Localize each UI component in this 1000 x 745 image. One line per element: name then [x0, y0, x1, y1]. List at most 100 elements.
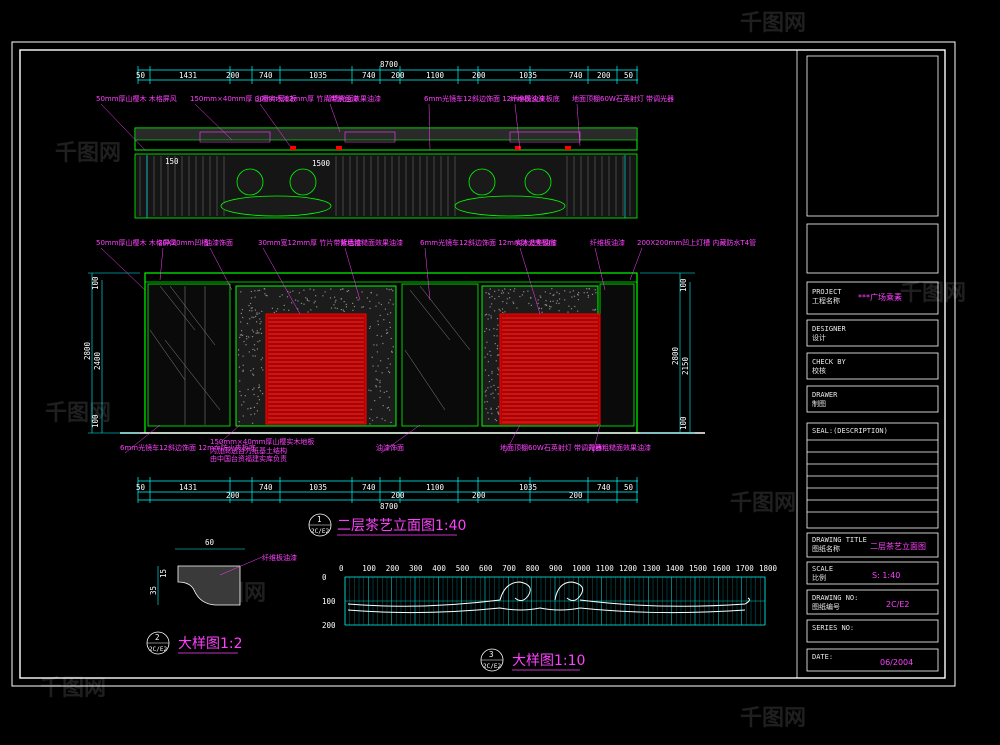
right-vertical-dim: 2150: [681, 356, 690, 375]
texture-dot: [347, 290, 350, 292]
texture-dot: [262, 369, 264, 371]
texture-dot: [549, 305, 551, 307]
texture-dot: [488, 329, 491, 331]
texture-dot: [528, 302, 530, 305]
texture-dot: [247, 408, 249, 410]
texture-dot: [289, 291, 291, 293]
texture-dot: [252, 373, 254, 375]
texture-dot: [488, 374, 490, 377]
texture-dot: [387, 406, 390, 409]
top-dim-label: 200: [597, 71, 611, 80]
texture-dot: [496, 328, 498, 330]
top-dim-label: 1035: [519, 71, 537, 80]
texture-dot: [241, 404, 243, 406]
texture-dot: [392, 303, 394, 305]
texture-dot: [540, 307, 543, 310]
texture-dot: [493, 384, 495, 387]
texture-dot: [491, 378, 493, 381]
texture-dot: [489, 288, 491, 290]
texture-dot: [392, 346, 394, 348]
texture-dot: [380, 303, 382, 306]
texture-dot: [569, 291, 571, 293]
bottom-dim-label: 200: [472, 491, 486, 500]
drawing-no-label-cn: 图纸编号: [812, 602, 840, 611]
bottom-dim-label: 200: [569, 491, 583, 500]
texture-dot: [389, 321, 391, 324]
texture-dot: [484, 391, 486, 393]
drawing-title-label: DRAWING TITLE: [812, 536, 867, 544]
texture-dot: [390, 288, 392, 290]
bottom-dim-label: 1035: [519, 483, 537, 492]
texture-dot: [256, 312, 258, 314]
texture-dot: [484, 314, 486, 316]
texture-dot: [310, 309, 312, 311]
texture-dot: [497, 324, 499, 326]
texture-dot: [242, 355, 244, 357]
texture-dot: [485, 292, 487, 294]
texture-dot: [375, 370, 377, 372]
texture-dot: [356, 297, 358, 299]
texture-dot: [487, 361, 489, 363]
texture-dot: [333, 304, 335, 306]
texture-dot: [303, 303, 305, 305]
texture-dot: [253, 344, 256, 346]
texture-dot: [490, 393, 492, 395]
texture-dot: [305, 297, 307, 299]
texture-dot: [493, 328, 495, 330]
annotation-note: 50mm厚山樱木 木格屏风: [96, 94, 177, 103]
texture-dot: [594, 309, 596, 311]
watermark-text: 千图网: [730, 491, 796, 516]
texture-dot: [498, 369, 500, 371]
texture-dot: [340, 309, 342, 311]
check-box: [806, 352, 939, 380]
texture-dot: [238, 366, 240, 368]
grid-x-label: 600: [479, 564, 493, 573]
texture-dot: [573, 295, 576, 297]
texture-dot: [490, 386, 492, 388]
texture-dot: [586, 288, 588, 290]
texture-dot: [243, 401, 245, 403]
title-block-text: PROJECT 工程名称 ***广场乘素 DESIGNER 设计 CHECK B…: [812, 288, 926, 667]
texture-dot: [383, 319, 385, 321]
texture-dot: [487, 353, 489, 355]
texture-dot: [502, 311, 504, 314]
texture-dot: [564, 290, 566, 292]
main-ref-top: 1: [317, 515, 322, 524]
drawing-title-value: 二层茶艺立面图: [870, 541, 926, 551]
texture-dot: [485, 395, 487, 397]
texture-dot: [256, 348, 258, 350]
top-dim-label: 200: [226, 71, 240, 80]
bottom-dim-label: 1431: [179, 483, 197, 492]
annotation-note: 200X200mm凹上灯槽 内藏防水T4管: [637, 238, 756, 247]
texture-dot: [558, 302, 560, 304]
texture-dot: [259, 323, 261, 325]
texture-dot: [384, 308, 386, 310]
texture-dot: [255, 332, 257, 334]
texture-dot: [485, 408, 487, 410]
texture-dot: [330, 288, 332, 290]
texture-dot: [256, 402, 258, 405]
texture-dot: [489, 350, 491, 352]
texture-dot: [390, 421, 392, 423]
right-vertical-dim: 100: [679, 278, 688, 292]
texture-dot: [343, 310, 345, 313]
texture-dot: [239, 336, 241, 339]
texture-dot: [386, 329, 388, 331]
texture-dot: [375, 305, 377, 307]
texture-dot: [277, 308, 279, 310]
texture-dot: [491, 295, 493, 298]
texture-dot: [559, 298, 561, 300]
texture-dot: [246, 338, 248, 340]
detail1-ref-bottom: 2C/E2: [149, 646, 167, 653]
texture-dot: [257, 332, 259, 334]
texture-dot: [249, 318, 251, 320]
texture-dot: [497, 386, 499, 388]
texture-dot: [286, 296, 289, 298]
watermark-text: 千图网: [740, 706, 806, 731]
texture-dot: [252, 368, 254, 370]
texture-dot: [490, 315, 492, 317]
texture-dot: [372, 365, 374, 367]
texture-dot: [487, 412, 489, 414]
texture-dot: [588, 288, 590, 290]
texture-dot: [288, 309, 290, 311]
